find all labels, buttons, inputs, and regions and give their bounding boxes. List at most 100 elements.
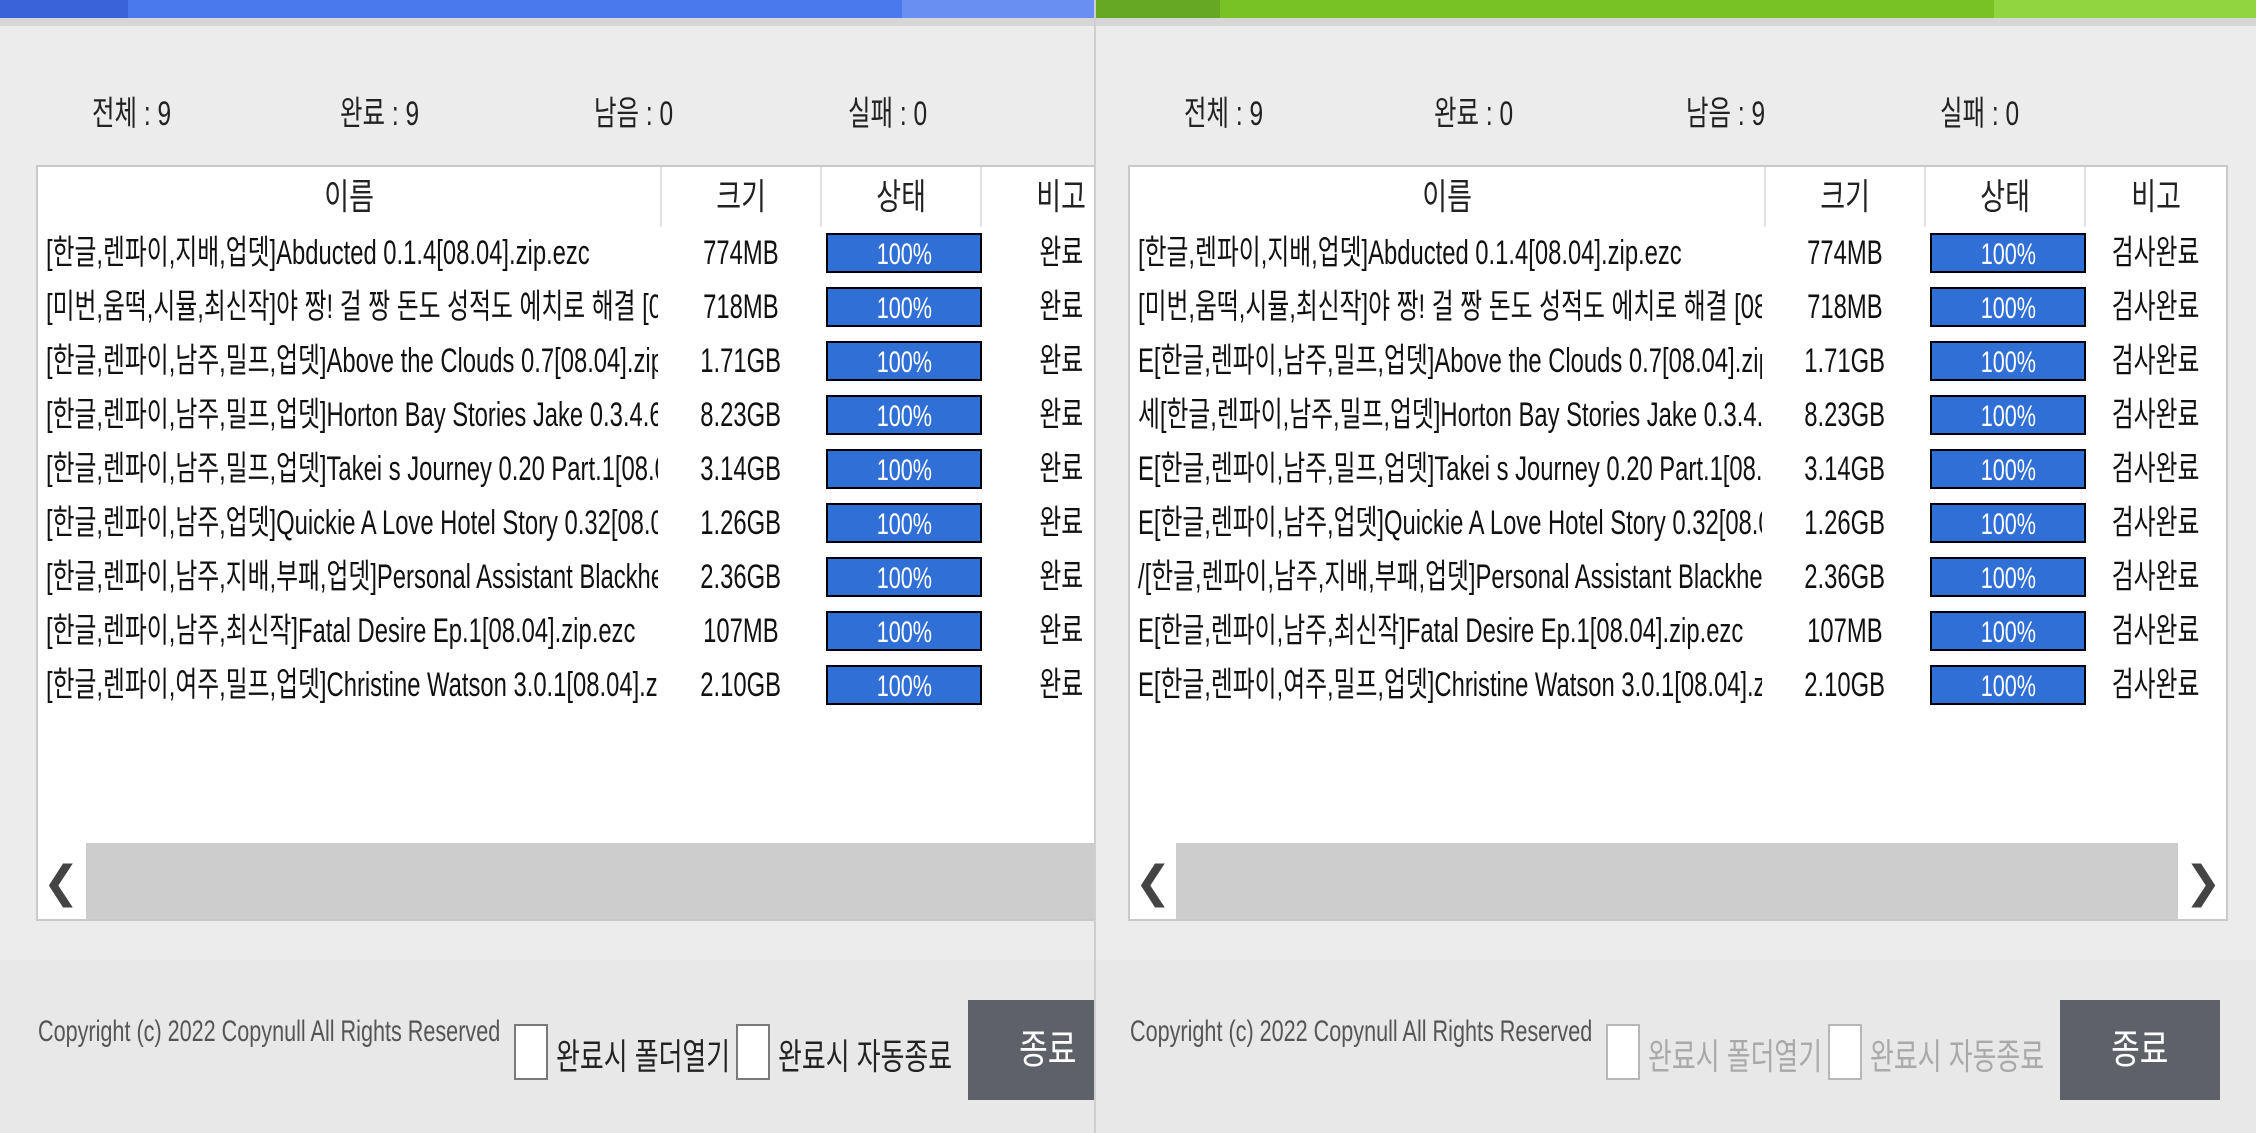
column-header-size[interactable]: 크기 (1766, 167, 1924, 227)
file-name: [한글,렌파이,남주,밀프,업뎃]Takei s Journey 0.20 Pa… (46, 450, 658, 488)
close-button[interactable]: 종료 (2060, 1000, 2220, 1100)
progress-text: 100% (1980, 454, 2036, 487)
progress-bar: 100% (1930, 665, 2086, 705)
file-note: 검사완료 (2112, 666, 2200, 704)
scrollbar-thumb[interactable] (1176, 843, 2178, 919)
file-row[interactable]: [한글,렌파이,지배,업뎃]Abducted 0.1.4[08.04].zip.… (1130, 227, 2226, 281)
column-header-note[interactable]: 비고 (982, 167, 1094, 227)
file-size: 718MB (703, 288, 779, 326)
progress-text: 100% (1980, 292, 2036, 325)
column-header-status[interactable]: 상태 (822, 167, 980, 227)
scrollbar-thumb[interactable] (86, 843, 1094, 919)
scroll-left-icon[interactable]: ❮ (38, 843, 84, 919)
progress-bar: 100% (826, 341, 982, 381)
file-row[interactable]: [한글,렌파이,남주,업뎃]Quickie A Love Hotel Story… (38, 497, 1094, 551)
open-folder-checkbox[interactable] (1606, 1024, 1640, 1080)
progress-bar: 100% (826, 449, 982, 489)
file-note: 검사완료 (2112, 558, 2200, 596)
progress-bar: 100% (1930, 503, 2086, 543)
file-row[interactable]: E[한글,렌파이,남주,밀프,업뎃]Above the Clouds 0.7[0… (1130, 335, 2226, 389)
file-row[interactable]: /[한글,렌파이,남주,지배,부패,업뎃]Personal Assistant … (1130, 551, 2226, 605)
progress-bar: 100% (826, 557, 982, 597)
file-name: [한글,렌파이,지배,업뎃]Abducted 0.1.4[08.04].zip.… (1138, 234, 1682, 272)
title-bar-divider (0, 18, 1094, 26)
file-row[interactable]: 세[한글,렌파이,남주,밀프,업뎃]Horton Bay Stories Jak… (1130, 389, 2226, 443)
column-header-name[interactable]: 이름 (38, 167, 660, 227)
progress-text: 100% (876, 346, 932, 379)
progress-bar: 100% (826, 665, 982, 705)
file-row[interactable]: [한글,렌파이,여주,밀프,업뎃]Christine Watson 3.0.1[… (38, 659, 1094, 713)
auto-exit-checkbox[interactable] (736, 1024, 770, 1080)
file-note: 검사완료 (2112, 288, 2200, 326)
progress-text: 100% (876, 238, 932, 271)
file-note: 완료 (1039, 396, 1083, 434)
title-bar-segment (902, 0, 1094, 18)
progress-text: 100% (876, 292, 932, 325)
file-note: 검사완료 (2112, 450, 2200, 488)
file-name: 세[한글,렌파이,남주,밀프,업뎃]Horton Bay Stories Jak… (1138, 396, 1762, 434)
file-name: E[한글,렌파이,여주,밀프,업뎃]Christine Watson 3.0.1… (1138, 666, 1762, 704)
progress-text: 100% (876, 616, 932, 649)
open-folder-checkbox[interactable] (514, 1024, 548, 1080)
file-row[interactable]: [한글,렌파이,남주,밀프,업뎃]Above the Clouds 0.7[08… (38, 335, 1094, 389)
file-row[interactable]: E[한글,렌파이,남주,밀프,업뎃]Takei s Journey 0.20 P… (1130, 443, 2226, 497)
file-size: 1.71GB (700, 342, 782, 380)
scroll-right-icon[interactable]: ❯ (2180, 843, 2226, 919)
horizontal-scrollbar[interactable]: ❮ (38, 833, 1094, 919)
open-folder-label: 완료시 폴더열기 (1648, 1036, 1823, 1077)
scroll-left-icon[interactable]: ❮ (1130, 843, 1176, 919)
stat-failed: 실패 : 0 (848, 95, 928, 133)
file-name: E[한글,렌파이,남주,밀프,업뎃]Above the Clouds 0.7[0… (1138, 342, 1762, 380)
column-header-note[interactable]: 비고 (2086, 167, 2226, 227)
close-button[interactable]: 종료 (968, 1000, 1094, 1100)
progress-text: 100% (1980, 670, 2036, 703)
file-row[interactable]: E[한글,렌파이,남주,최신작]Fatal Desire Ep.1[08.04]… (1130, 605, 2226, 659)
file-row[interactable]: [한글,렌파이,남주,밀프,업뎃]Takei s Journey 0.20 Pa… (38, 443, 1094, 497)
file-note: 검사완료 (2112, 612, 2200, 650)
stat-done: 완료 : 9 (340, 95, 420, 133)
file-size: 718MB (1807, 288, 1883, 326)
file-row[interactable]: [한글,렌파이,남주,지배,부패,업뎃]Personal Assistant B… (38, 551, 1094, 605)
stat-total: 전체 : 9 (1184, 95, 1264, 133)
file-name: E[한글,렌파이,남주,밀프,업뎃]Takei s Journey 0.20 P… (1138, 450, 1762, 488)
progress-text: 100% (876, 670, 932, 703)
auto-exit-label: 완료시 자동종료 (1870, 1036, 2045, 1077)
progress-text: 100% (876, 562, 932, 595)
file-row[interactable]: [한글,렌파이,남주,밀프,업뎃]Horton Bay Stories Jake… (38, 389, 1094, 443)
file-size: 1.71GB (1804, 342, 1886, 380)
file-list[interactable]: 이름 크기 상태 비고 [한글,렌파이,지배,업뎃]Abducted 0.1.4… (36, 165, 1094, 921)
column-header-name[interactable]: 이름 (1130, 167, 1764, 227)
stat-remaining: 남음 : 0 (594, 95, 674, 133)
column-header-size[interactable]: 크기 (662, 167, 820, 227)
progress-text: 100% (876, 508, 932, 541)
progress-bar: 100% (826, 611, 982, 651)
progress-bar: 100% (1930, 611, 2086, 651)
file-name: E[한글,렌파이,남주,업뎃]Quickie A Love Hotel Stor… (1138, 504, 1762, 542)
file-note: 완료 (1039, 666, 1083, 704)
file-list[interactable]: 이름 크기 상태 비고 [한글,렌파이,지배,업뎃]Abducted 0.1.4… (1128, 165, 2228, 921)
file-note: 완료 (1039, 504, 1083, 542)
progress-text: 100% (1980, 346, 2036, 379)
file-row[interactable]: E[한글,렌파이,남주,업뎃]Quickie A Love Hotel Stor… (1130, 497, 2226, 551)
title-bar-divider (1096, 18, 2256, 26)
progress-bar: 100% (826, 395, 982, 435)
file-name: [한글,렌파이,여주,밀프,업뎃]Christine Watson 3.0.1[… (46, 666, 658, 704)
auto-exit-checkbox[interactable] (1828, 1024, 1862, 1080)
file-row[interactable]: [한글,렌파이,남주,최신작]Fatal Desire Ep.1[08.04].… (38, 605, 1094, 659)
file-name: [한글,렌파이,남주,밀프,업뎃]Above the Clouds 0.7[08… (46, 342, 658, 380)
progress-text: 100% (876, 454, 932, 487)
file-note: 검사완료 (2112, 396, 2200, 434)
file-row[interactable]: [한글,렌파이,지배,업뎃]Abducted 0.1.4[08.04].zip.… (38, 227, 1094, 281)
file-size: 8.23GB (700, 396, 782, 434)
file-note: 완료 (1039, 612, 1083, 650)
file-row[interactable]: [미번,움떡,시뮬,최신작]야 짱! 걸 짱 돈도 성적도 에치로 해결 [0 7… (38, 281, 1094, 335)
horizontal-scrollbar[interactable]: ❮ ❯ (1130, 833, 2226, 919)
file-row[interactable]: [미번,움떡,시뮬,최신작]야 짱! 걸 짱 돈도 성적도 에치로 해결 [08… (1130, 281, 2226, 335)
file-note: 완료 (1039, 558, 1083, 596)
file-row[interactable]: E[한글,렌파이,여주,밀프,업뎃]Christine Watson 3.0.1… (1130, 659, 2226, 713)
file-note: 검사완료 (2112, 504, 2200, 542)
column-header-status[interactable]: 상태 (1926, 167, 2084, 227)
title-bar-segment (1096, 0, 1220, 18)
file-name: /[한글,렌파이,남주,지배,부패,업뎃]Personal Assistant … (1138, 558, 1762, 596)
file-size: 774MB (1807, 234, 1883, 272)
